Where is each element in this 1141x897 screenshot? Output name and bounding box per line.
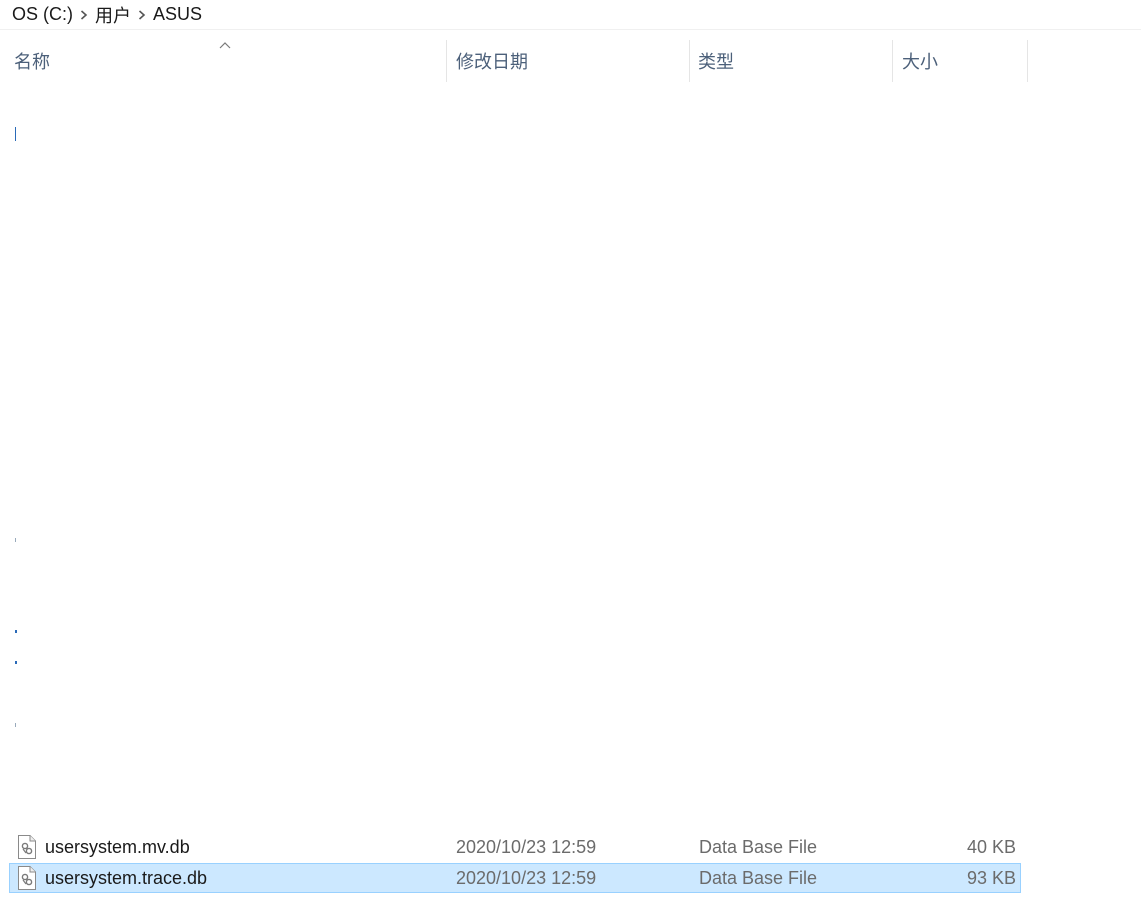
database-file-icon [18, 866, 36, 890]
breadcrumb-item-drive[interactable]: OS (C:) [12, 4, 73, 25]
file-size: 40 KB [966, 836, 1016, 857]
column-header-row: 名称 修改日期 类型 大小 [0, 40, 1028, 82]
chevron-right-icon[interactable] [73, 0, 95, 30]
column-header-name-label: 名称 [14, 52, 50, 72]
column-header-size[interactable]: 大小 [902, 40, 1026, 82]
column-divider[interactable] [689, 40, 690, 82]
column-header-size-label: 大小 [902, 52, 938, 72]
column-header-type[interactable]: 类型 [698, 40, 888, 82]
breadcrumb-item-users[interactable]: 用户 [95, 2, 131, 28]
artifact-mark [15, 723, 16, 727]
chevron-right-icon[interactable] [131, 0, 153, 30]
text-cursor-artifact [15, 127, 16, 141]
artifact-mark [15, 538, 16, 542]
file-modified: 2020/10/23 12:59 [456, 867, 597, 888]
file-type: Data Base File [699, 867, 818, 888]
file-row[interactable]: usersystem.mv.db 2020/10/23 12:59 Data B… [9, 832, 1021, 862]
breadcrumb: OS (C:) 用户 ASUS [0, 0, 1141, 30]
file-modified: 2020/10/23 12:59 [456, 836, 597, 857]
file-size: 93 KB [966, 867, 1016, 888]
column-divider[interactable] [1027, 40, 1028, 82]
column-divider[interactable] [892, 40, 893, 82]
column-header-type-label: 类型 [698, 52, 734, 72]
file-type: Data Base File [699, 836, 818, 857]
breadcrumb-item-asus[interactable]: ASUS [153, 4, 202, 25]
database-file-icon [18, 835, 36, 859]
artifact-mark [15, 630, 17, 633]
column-header-modified[interactable]: 修改日期 [456, 40, 686, 82]
column-header-modified-label: 修改日期 [456, 52, 528, 72]
column-divider[interactable] [446, 40, 447, 82]
artifact-mark [15, 661, 17, 664]
file-name[interactable]: usersystem.mv.db [45, 832, 190, 862]
column-header-name[interactable]: 名称 [14, 40, 444, 82]
file-name[interactable]: usersystem.trace.db [45, 864, 207, 892]
file-row-selected[interactable]: usersystem.trace.db 2020/10/23 12:59 Dat… [9, 863, 1021, 893]
